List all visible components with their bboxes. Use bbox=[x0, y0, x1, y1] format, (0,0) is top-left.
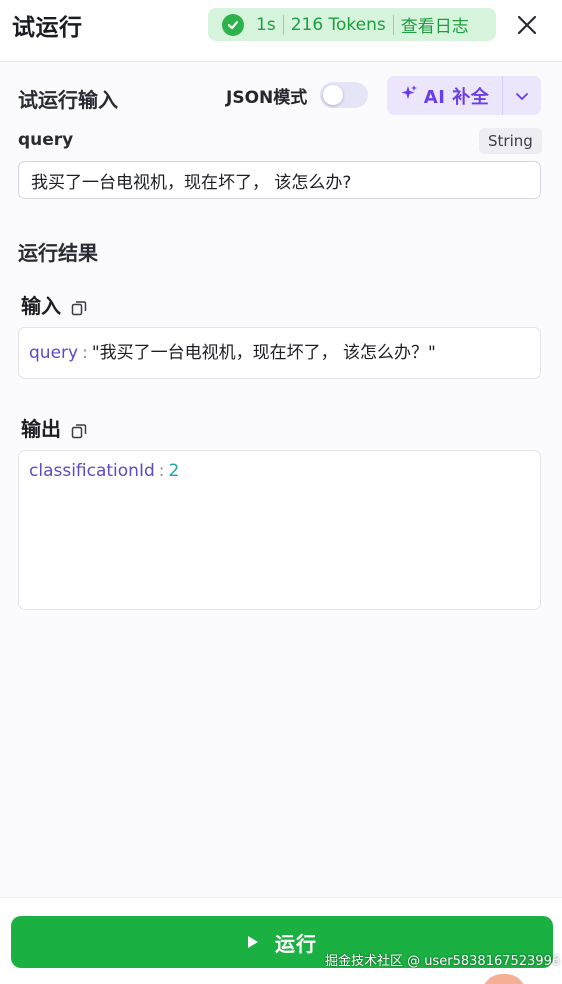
play-icon bbox=[247, 930, 259, 954]
success-check-icon bbox=[222, 13, 244, 36]
output-value: 2 bbox=[168, 461, 180, 481]
json-mode-label: JSON模式 bbox=[226, 88, 308, 108]
panel-title: 试运行 bbox=[12, 15, 83, 41]
ai-complete-button[interactable]: AI 补全 bbox=[387, 76, 502, 115]
input-result-label: 输入 bbox=[21, 294, 61, 318]
query-input[interactable] bbox=[18, 161, 541, 199]
copy-icon[interactable] bbox=[71, 420, 87, 438]
input-key: query bbox=[29, 343, 79, 363]
output-result-label: 输出 bbox=[21, 417, 61, 441]
chevron-down-icon bbox=[515, 86, 529, 105]
test-run-panel: 试运行 1s 216 Tokens 查看日志 试运行输入 JSON模式 AI 补… bbox=[0, 0, 562, 984]
input-value: "我买了一台电视机，现在坏了， 该怎么办？" bbox=[91, 343, 436, 363]
sparkle-icon bbox=[400, 84, 418, 107]
toggle-knob bbox=[323, 85, 343, 105]
input-result-box: query: "我买了一台电视机，现在坏了， 该怎么办？" bbox=[18, 327, 541, 379]
query-field-label: query bbox=[18, 130, 74, 150]
input-result-heading: 输入 bbox=[21, 290, 87, 319]
pill-divider bbox=[392, 14, 394, 35]
key-colon: : bbox=[82, 343, 88, 363]
ai-complete-button-group: AI 补全 bbox=[387, 76, 541, 115]
copy-icon[interactable] bbox=[71, 297, 87, 315]
key-colon: : bbox=[158, 461, 165, 481]
close-icon[interactable] bbox=[512, 10, 542, 40]
results-section-title: 运行结果 bbox=[18, 241, 98, 265]
pill-divider bbox=[282, 14, 284, 35]
output-result-heading: 输出 bbox=[21, 413, 87, 442]
view-log-link[interactable]: 查看日志 bbox=[401, 12, 469, 37]
field-type-badge: String bbox=[479, 128, 542, 154]
ai-complete-label: AI 补全 bbox=[423, 86, 490, 108]
input-section-title: 试运行输入 bbox=[18, 88, 118, 112]
watermark-text: 掘金技术社区 @ user5838167523996 bbox=[325, 954, 561, 969]
output-result-box: classificationId:2 bbox=[18, 450, 541, 610]
token-count: 216 Tokens bbox=[290, 14, 386, 35]
panel-header: 试运行 1s 216 Tokens 查看日志 bbox=[0, 0, 562, 62]
output-key: classificationId bbox=[29, 461, 155, 481]
run-duration: 1s bbox=[256, 14, 276, 35]
run-button-label: 运行 bbox=[275, 931, 317, 956]
ai-options-dropdown[interactable] bbox=[503, 76, 541, 115]
json-mode-toggle[interactable] bbox=[320, 82, 368, 108]
run-status-badge: 1s 216 Tokens 查看日志 bbox=[208, 8, 496, 41]
